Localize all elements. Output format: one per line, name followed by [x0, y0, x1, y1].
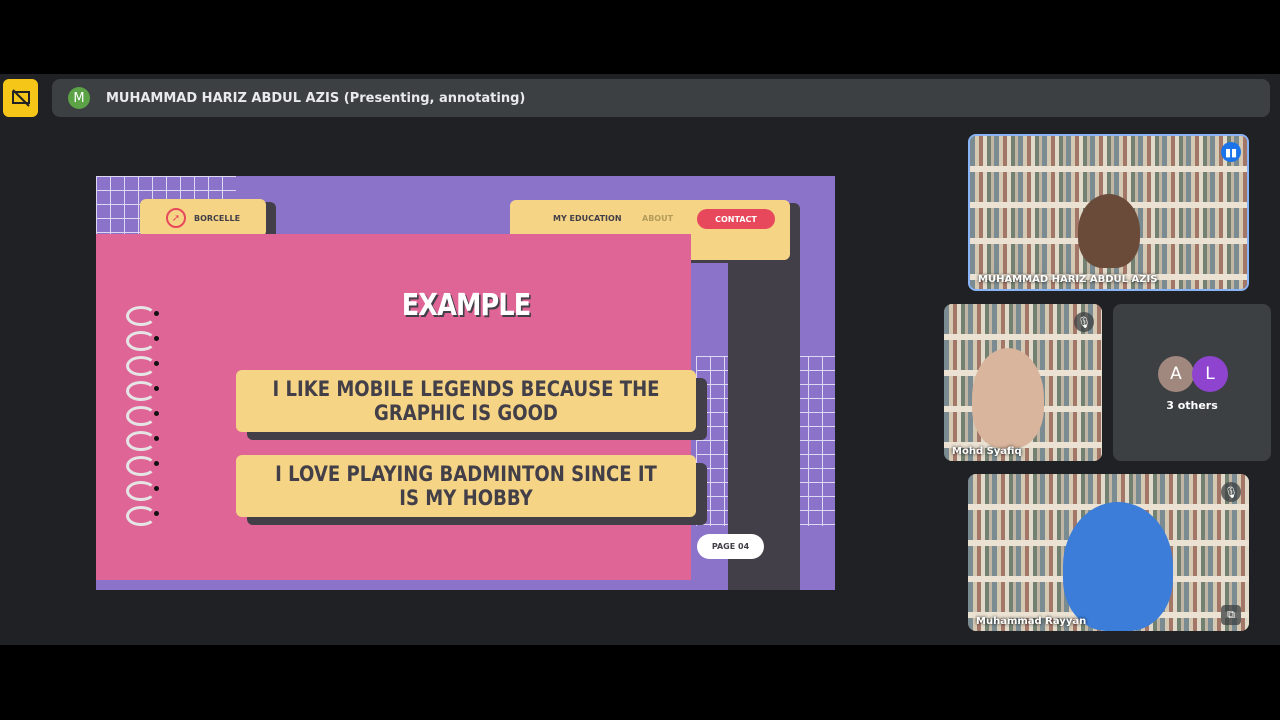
others-tile[interactable]: A L 3 others: [1113, 304, 1271, 461]
participant-tile-rayyan[interactable]: 🎙 ⧉ Muhammad Rayyan: [968, 474, 1249, 631]
participant-tile-syafiq[interactable]: 🎙 Mohd Syafiq: [944, 304, 1102, 461]
participant-tile-presenter[interactable]: ▮▮ MUHAMMAD HARIZ ABDUL AZIS: [968, 134, 1249, 291]
brand: ➚ BORCELLE: [140, 199, 268, 237]
text-box-1: I LIKE MOBILE LEGENDS BECAUSE THE GRAPHI…: [236, 370, 696, 432]
avatar-a: A: [1158, 356, 1194, 392]
participant-video: [1078, 194, 1140, 268]
text-box-1-label: I LIKE MOBILE LEGENDS BECAUSE THE GRAPHI…: [272, 377, 660, 425]
speaking-indicator-icon: ▮▮: [1221, 142, 1241, 162]
presentation-slide: ➚ BORCELLE MY EDUCATION ABOUT CONTACT EX…: [96, 176, 835, 590]
mic-off-icon: 🎙: [1221, 482, 1241, 502]
mic-off-icon: 🎙: [1074, 312, 1094, 332]
presenter-avatar: M: [68, 87, 90, 109]
nav-contact: CONTACT: [697, 209, 775, 229]
text-box-2: I LOVE PLAYING BADMINTON SINCE IT IS MY …: [236, 455, 696, 517]
slide-nav: MY EDUCATION ABOUT CONTACT: [510, 200, 792, 260]
avatar-l: L: [1192, 356, 1228, 392]
text-box-2-label: I LOVE PLAYING BADMINTON SINCE IT IS MY …: [275, 462, 657, 510]
presentation-banner: M MUHAMMAD HARIZ ABDUL AZIS (Presenting,…: [52, 79, 1270, 117]
nav-my-education: MY EDUCATION: [553, 214, 622, 223]
presenter-status-text: MUHAMMAD HARIZ ABDUL AZIS (Presenting, a…: [106, 90, 526, 106]
slide-title: EXAMPLE: [401, 288, 531, 323]
stop-presenting-button[interactable]: [3, 79, 38, 117]
participant-name: Mohd Syafiq: [952, 446, 1022, 457]
rocket-logo-icon: ➚: [166, 208, 186, 228]
others-count: 3 others: [1166, 399, 1218, 412]
participant-name: MUHAMMAD HARIZ ABDUL AZIS: [978, 274, 1158, 285]
participant-video: [972, 348, 1044, 448]
participant-video: [1063, 502, 1173, 631]
participant-name: Muhammad Rayyan: [976, 616, 1087, 627]
nav-about: ABOUT: [642, 214, 674, 223]
pin-icon[interactable]: ⧉: [1221, 605, 1241, 625]
brand-name: BORCELLE: [194, 213, 241, 223]
page-number: PAGE 04: [697, 534, 764, 559]
present-screen-off-icon: [11, 89, 30, 107]
